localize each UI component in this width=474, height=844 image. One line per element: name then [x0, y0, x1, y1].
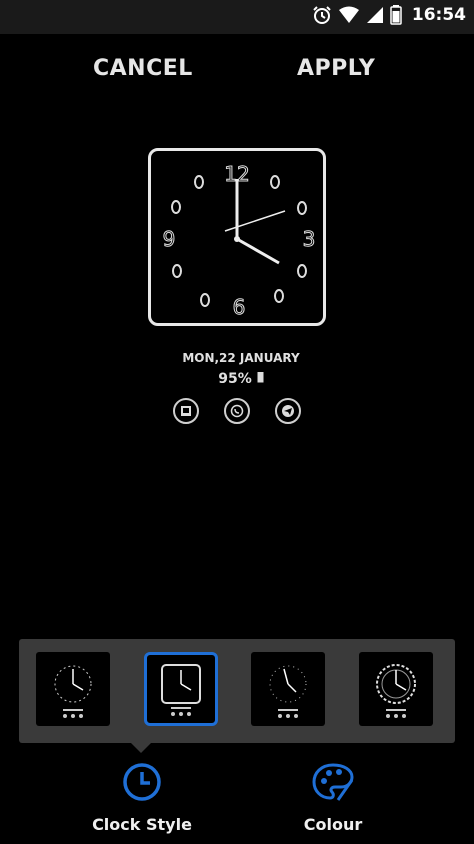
tab-clock-style-label: Clock Style: [92, 815, 192, 834]
hour-marker: [297, 264, 307, 278]
signal-icon: [366, 7, 383, 23]
numeral-9: 9: [163, 227, 176, 251]
hour-marker: [194, 175, 204, 189]
status-bar: 16:54: [0, 0, 474, 34]
clock-face: 12 3 6 9: [162, 162, 316, 320]
battery-icon: [390, 5, 402, 25]
hour-marker: [297, 201, 307, 215]
hour-marker: [172, 264, 182, 278]
top-actions: CANCEL APPLY: [0, 56, 474, 86]
picker-pointer: [131, 743, 151, 753]
second-hand: [224, 210, 286, 232]
status-icons: 16:54: [312, 5, 466, 25]
clock-icon: [123, 763, 161, 801]
hour-marker: [270, 175, 280, 189]
hour-marker: [274, 289, 284, 303]
whatsapp-icon: [224, 398, 250, 424]
telegram-icon: [275, 398, 301, 424]
numeral-6: 6: [233, 295, 246, 319]
apply-button[interactable]: APPLY: [297, 56, 375, 81]
status-time: 16:54: [411, 5, 466, 25]
cancel-button[interactable]: CANCEL: [93, 56, 193, 81]
date-text: MON,22 JANUARY: [182, 351, 300, 365]
hour-marker: [171, 200, 181, 214]
clock-style-picker: [19, 639, 455, 743]
bottom-nav: Clock Style Colour: [0, 760, 474, 844]
hour-marker: [200, 293, 210, 307]
numeral-3: 3: [303, 227, 316, 251]
palette-icon: [312, 763, 354, 801]
battery-text: 95%: [0, 371, 474, 387]
battery-small-icon: [257, 372, 264, 383]
wifi-icon: [338, 6, 359, 23]
notification-icons: [173, 398, 303, 428]
tab-colour-label: Colour: [303, 815, 363, 834]
style-thumbnail-4[interactable]: [359, 652, 433, 726]
tab-clock-style[interactable]: Clock Style: [92, 760, 192, 834]
alarm-icon: [313, 6, 331, 24]
clock-preview: 12 3 6 9: [148, 148, 326, 326]
battery-percent: 95%: [218, 371, 252, 387]
style-thumbnail-2[interactable]: [144, 652, 218, 726]
gallery-icon: [173, 398, 199, 424]
style-thumbnail-3[interactable]: [251, 652, 325, 726]
tab-colour[interactable]: Colour: [293, 760, 373, 834]
clock-center: [234, 236, 240, 242]
hour-hand: [236, 237, 280, 265]
style-thumbnail-1[interactable]: [36, 652, 110, 726]
